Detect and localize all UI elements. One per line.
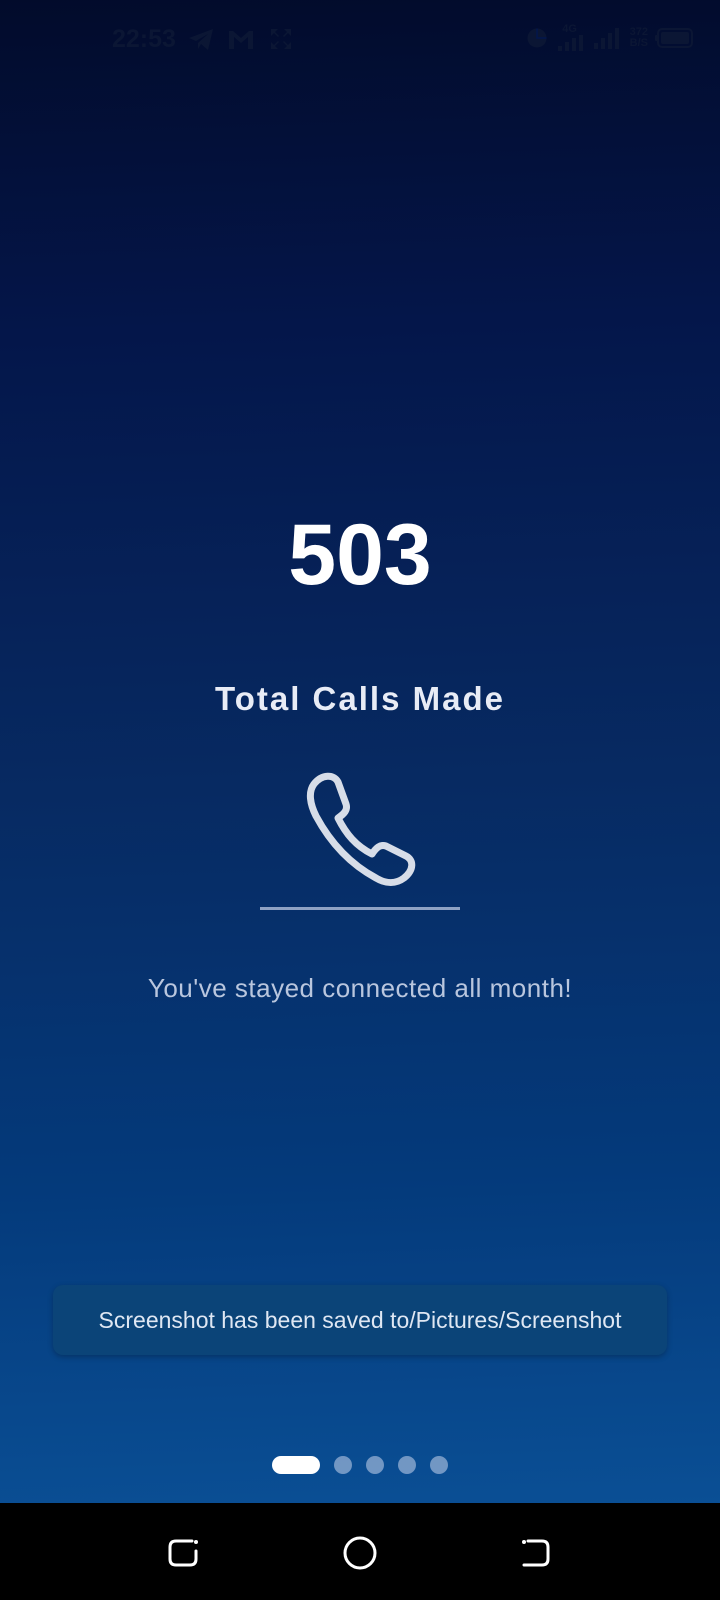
page-dot[interactable]: [334, 1456, 352, 1474]
status-bar: 22:53 4G 372 B/S: [0, 0, 720, 80]
status-time: 22:53: [112, 24, 176, 53]
back-button[interactable]: [516, 1533, 556, 1573]
page-indicator: [0, 1456, 720, 1474]
network-type: 4G: [556, 24, 584, 51]
divider: [260, 907, 460, 910]
page-dot-active[interactable]: [272, 1456, 320, 1474]
total-calls-label: Total Calls Made: [215, 680, 505, 717]
expand-icon: [270, 29, 291, 49]
status-bar-left: 22:53: [112, 24, 296, 54]
system-navigation-bar: [0, 1503, 720, 1600]
home-button[interactable]: [340, 1533, 380, 1573]
toast-text: Screenshot has been saved to/Pictures/Sc…: [98, 1306, 622, 1333]
page-dot[interactable]: [398, 1456, 416, 1474]
signal-icon: [557, 35, 583, 51]
phone-icon: [306, 772, 416, 886]
data-speed: 372 B/S: [629, 25, 648, 49]
telegram-icon: [188, 29, 213, 50]
battery-icon: [655, 27, 693, 48]
data-saver-icon: [527, 27, 547, 48]
gmail-icon: [228, 31, 253, 49]
stat-message: You've stayed connected all month!: [147, 973, 573, 1003]
status-bar-right: 4G 372 B/S: [524, 24, 696, 51]
screenshot-toast: Screenshot has been saved to/Pictures/Sc…: [53, 1285, 667, 1355]
page-dot[interactable]: [430, 1456, 448, 1474]
screen: 22:53 4G 372 B/S 503 Total Calls Made Yo…: [0, 0, 720, 1600]
page-dot[interactable]: [366, 1456, 384, 1474]
wrapped-stat-page[interactable]: 22:53 4G 372 B/S 503 Total Calls Made Yo…: [0, 0, 720, 1503]
signal-icon: [593, 27, 619, 49]
recents-button[interactable]: [164, 1533, 204, 1573]
total-calls-value: 503: [288, 507, 432, 603]
